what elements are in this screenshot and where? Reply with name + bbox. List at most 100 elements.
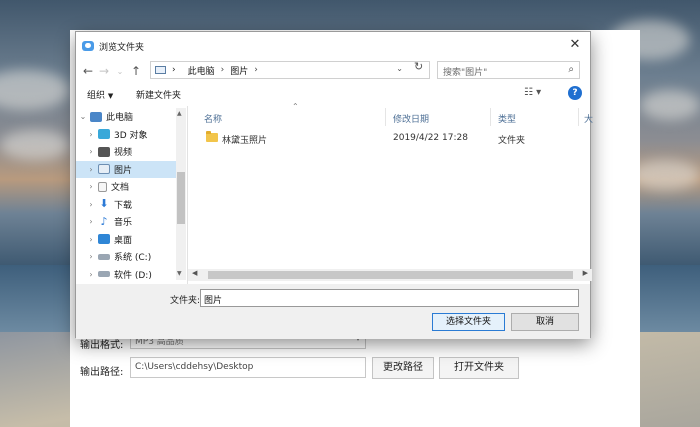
file-type: 文件夹 [498,136,526,146]
dialog-title: 浏览文件夹 [99,42,145,53]
file-list: ⌃ 名称 修改日期 类型 大 林黛玉照片 2019/4/22 17:28 文件夹 [188,102,593,284]
tree-item-pictures[interactable]: › 图片 [76,160,186,178]
path-label: 输出路径: [80,367,124,378]
file-modified: 2019/4/22 17:28 [393,133,468,143]
tree-item-label: 文档 [111,183,130,194]
help-icon[interactable]: ? [568,86,582,100]
breadcrumb-separator-icon: › [172,65,176,75]
chevron-right-icon[interactable]: › [84,217,98,226]
search-placeholder: 搜索"图片" [443,68,488,78]
close-button[interactable]: ✕ [567,37,583,52]
tree-item-label: 此电脑 [106,113,134,124]
chevron-right-icon[interactable]: › [84,252,98,261]
search-input[interactable]: 搜索"图片" ⌕ [437,61,580,79]
back-arrow-icon[interactable]: ← [80,64,96,78]
up-arrow-icon[interactable]: ↑ [128,64,144,78]
tree-item-desktop[interactable]: › 桌面 [76,231,186,249]
tree-item-label: 音乐 [114,218,133,229]
tree-item-label: 下载 [114,200,133,211]
browse-folder-dialog: 浏览文件夹 ✕ ← → ⌄ ↑ › 此电脑 › 图片 › ⌄ ↻ 搜索"图片" … [75,31,593,339]
scroll-up-icon[interactable]: ▲ [177,110,182,117]
address-bar[interactable]: › 此电脑 › 图片 › ⌄ [150,61,430,79]
refresh-icon[interactable]: ↻ [414,60,423,73]
chevron-right-icon[interactable]: › [84,130,98,139]
chevron-right-icon[interactable]: › [84,200,98,209]
search-icon: ⌕ [568,64,574,75]
chevron-right-icon[interactable]: › [84,270,98,279]
breadcrumb-separator-icon: › [220,65,225,75]
breadcrumb-item[interactable]: 图片 [230,64,248,77]
forward-arrow-icon[interactable]: → [96,64,112,78]
tree-item-label: 视频 [114,148,133,159]
chevron-right-icon[interactable]: › [84,147,98,156]
column-header-size[interactable]: 大 [584,112,593,125]
sort-caret-icon: ⌃ [292,102,299,111]
pictures-icon [98,164,110,175]
address-dropdown-icon[interactable]: ⌄ [396,64,403,73]
recent-dropdown-icon[interactable]: ⌄ [112,67,128,76]
desktop-icon [98,234,110,245]
column-header-name[interactable]: 名称 [204,112,222,125]
scroll-right-icon[interactable]: ▶ [583,269,588,277]
chevron-down-icon: ▼ [107,92,114,100]
column-separator[interactable] [385,108,386,126]
tree-item-music[interactable]: › ♪ 音乐 [76,213,186,231]
column-separator[interactable] [578,108,579,126]
column-header-type[interactable]: 类型 [498,112,516,125]
chevron-right-icon[interactable]: › [84,235,98,244]
video-icon [98,146,110,157]
chevron-right-icon[interactable]: › [84,182,98,191]
navigation-tree: ⌄ 此电脑 › 3D 对象 › 视频 › 图片 › 文档 › ⬇ 下载 › ♪ … [76,108,186,280]
3d-objects-icon [98,129,110,140]
download-icon: ⬇ [99,197,109,211]
cloud-icon [82,41,94,51]
breadcrumb-separator-icon: › [254,65,258,75]
documents-icon [98,181,107,192]
drive-icon [98,253,110,260]
tree-item-videos[interactable]: › 视频 [76,143,186,161]
tree-item-downloads[interactable]: › ⬇ 下载 [76,196,186,214]
open-folder-button[interactable]: 打开文件夹 [439,357,519,379]
new-folder-button[interactable]: 新建文件夹 [136,88,181,101]
chevron-down-icon[interactable]: ⌄ [76,112,90,121]
folder-icon [206,131,218,142]
select-folder-button[interactable]: 选择文件夹 [432,313,505,331]
file-name: 林黛玉照片 [222,136,268,146]
tree-item-drive-d[interactable]: › 软件 (D:) [76,266,186,280]
computer-icon [155,66,166,74]
tree-item-label: 桌面 [114,235,133,246]
view-options-icon[interactable]: ☷ ▾ [524,87,541,98]
dialog-titlebar: 浏览文件夹 [76,32,590,60]
folder-label: 文件夹: [170,296,201,306]
scroll-down-icon[interactable]: ▼ [177,270,182,277]
tree-item-label: 3D 对象 [114,130,148,141]
navigation-bar: ← → ⌄ ↑ › 此电脑 › 图片 › ⌄ ↻ 搜索"图片" ⌕ [76,59,590,83]
dialog-footer: 文件夹: 图片 选择文件夹 取消 [76,284,590,339]
organize-menu[interactable]: 组织 ▼ [87,88,113,101]
tree-item-drive-c[interactable]: › 系统 (C:) [76,248,186,266]
horizontal-scrollbar[interactable]: ◀ ▶ [188,269,592,281]
change-path-button[interactable]: 更改路径 [372,357,434,379]
tree-item-label: 软件 (D:) [114,270,152,280]
dialog-toolbar: 组织 ▼ 新建文件夹 ☷ ▾ ? [76,84,590,106]
tree-item-3d-objects[interactable]: › 3D 对象 [76,126,186,144]
cancel-button[interactable]: 取消 [511,313,579,331]
tree-scrollbar-thumb[interactable] [177,172,185,224]
file-row[interactable]: 林黛玉照片 2019/4/22 17:28 文件夹 [188,130,592,147]
tree-item-documents[interactable]: › 文档 [76,178,186,196]
tree-item-this-pc[interactable]: ⌄ 此电脑 [76,108,186,126]
column-separator[interactable] [490,108,491,126]
folder-name-input[interactable]: 图片 [200,289,579,307]
horizontal-scrollbar-thumb[interactable] [208,271,573,279]
scroll-left-icon[interactable]: ◀ [192,269,197,277]
pc-icon [90,111,102,122]
column-header-modified[interactable]: 修改日期 [393,112,429,125]
tree-item-label: 系统 (C:) [114,253,152,264]
music-icon: ♪ [100,214,108,228]
output-path-field[interactable]: C:\Users\cddehsy\Desktop [130,357,366,378]
breadcrumb-item[interactable]: 此电脑 [188,64,215,77]
organize-label: 组织 [87,91,106,101]
chevron-right-icon[interactable]: › [84,165,98,174]
drive-icon [98,271,110,278]
tree-item-label: 图片 [114,165,133,176]
